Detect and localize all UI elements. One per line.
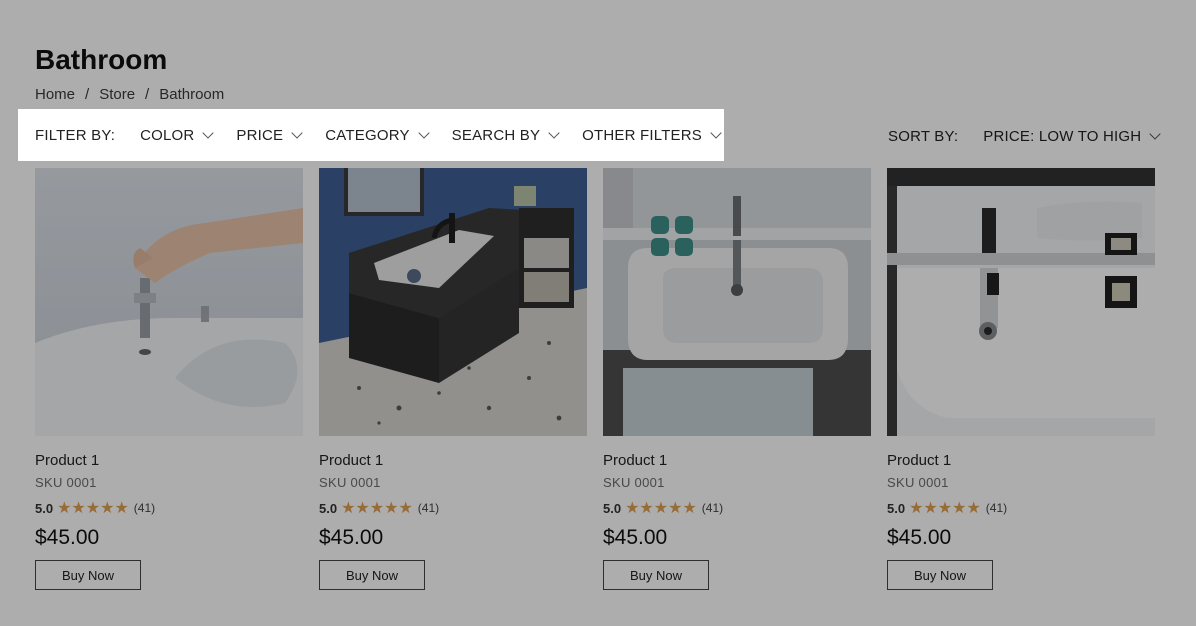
filter-other[interactable]: OTHER FILTERS	[582, 126, 722, 144]
sort-label: SORT BY:	[888, 128, 959, 145]
product-rating: 5.0 ★★★★★ (41)	[35, 498, 303, 518]
rating-value: 5.0	[35, 500, 54, 516]
review-count[interactable]: (41)	[702, 501, 723, 515]
filter-label: FILTER BY:	[35, 126, 116, 144]
rating-value: 5.0	[319, 500, 338, 516]
breadcrumb-separator: /	[145, 86, 150, 103]
filter-price-label: PRICE	[236, 126, 284, 144]
product-card[interactable]: Product 1 SKU 0001 5.0 ★★★★★ (41) $45.00…	[35, 168, 303, 590]
review-count[interactable]: (41)	[986, 501, 1007, 515]
review-count[interactable]: (41)	[418, 501, 439, 515]
rating-value: 5.0	[887, 500, 906, 516]
product-listing-page: Bathroom Home / Store / Bathroom SORT BY…	[0, 0, 1196, 626]
sort-dropdown[interactable]: PRICE: LOW TO HIGH	[983, 128, 1161, 145]
product-price: $45.00	[887, 526, 952, 549]
product-card[interactable]: Product 1 SKU 0001 5.0 ★★★★★ (41) $45.00…	[319, 168, 587, 590]
filter-search-by-label: SEARCH BY	[451, 126, 541, 144]
product-rating: 5.0 ★★★★★ (41)	[887, 498, 1155, 518]
page-title: Bathroom	[35, 44, 168, 75]
breadcrumb-separator: /	[85, 86, 90, 103]
product-image[interactable]	[319, 168, 587, 436]
product-rating: 5.0 ★★★★★ (41)	[603, 498, 871, 518]
product-grid: Product 1 SKU 0001 5.0 ★★★★★ (41) $45.00…	[35, 168, 1155, 590]
product-sku: SKU 0001	[603, 475, 665, 490]
filter-search-by[interactable]: SEARCH BY	[451, 126, 560, 144]
chevron-down-icon	[710, 126, 722, 139]
star-rating-icon: ★★★★★	[57, 500, 129, 517]
filter-color[interactable]: COLOR	[140, 126, 215, 144]
product-price: $45.00	[319, 526, 384, 549]
chevron-down-icon	[1149, 128, 1161, 140]
breadcrumb-home[interactable]: Home	[35, 86, 75, 103]
breadcrumb: Home / Store / Bathroom	[35, 86, 224, 103]
filter-price[interactable]: PRICE	[236, 126, 303, 144]
breadcrumb-current: Bathroom	[159, 86, 225, 103]
breadcrumb-store[interactable]: Store	[99, 86, 135, 103]
chevron-down-icon	[548, 126, 560, 139]
filter-bar: FILTER BY: COLOR PRICE CATEGORY SEARCH B…	[18, 109, 724, 161]
review-count[interactable]: (41)	[134, 501, 155, 515]
star-rating-icon: ★★★★★	[909, 500, 981, 517]
filter-color-label: COLOR	[140, 126, 195, 144]
filter-category-label: CATEGORY	[325, 126, 410, 144]
product-image[interactable]	[35, 168, 303, 436]
buy-now-button[interactable]: Buy Now	[35, 560, 141, 590]
product-rating: 5.0 ★★★★★ (41)	[319, 498, 587, 518]
star-rating-icon: ★★★★★	[625, 500, 697, 517]
product-price: $45.00	[603, 526, 668, 549]
sort-value: PRICE: LOW TO HIGH	[983, 128, 1142, 145]
chevron-down-icon	[202, 126, 215, 139]
buy-now-button[interactable]: Buy Now	[887, 560, 993, 590]
product-name[interactable]: Product 1	[887, 452, 1155, 469]
buy-now-button[interactable]: Buy Now	[603, 560, 709, 590]
product-card[interactable]: Product 1 SKU 0001 5.0 ★★★★★ (41) $45.00…	[887, 168, 1155, 590]
product-sku: SKU 0001	[35, 475, 97, 490]
chevron-down-icon	[418, 126, 430, 139]
chevron-down-icon	[291, 126, 303, 139]
filter-other-label: OTHER FILTERS	[582, 126, 703, 144]
product-image[interactable]	[603, 168, 871, 436]
product-sku: SKU 0001	[319, 475, 381, 490]
product-image[interactable]	[887, 168, 1155, 436]
product-name[interactable]: Product 1	[319, 452, 587, 469]
product-price: $45.00	[35, 526, 100, 549]
product-card[interactable]: Product 1 SKU 0001 5.0 ★★★★★ (41) $45.00…	[603, 168, 871, 590]
rating-value: 5.0	[603, 500, 622, 516]
buy-now-button[interactable]: Buy Now	[319, 560, 425, 590]
product-name[interactable]: Product 1	[603, 452, 871, 469]
product-sku: SKU 0001	[887, 475, 949, 490]
sort-bar: SORT BY: PRICE: LOW TO HIGH	[888, 128, 1161, 145]
filter-category[interactable]: CATEGORY	[325, 126, 430, 144]
product-name[interactable]: Product 1	[35, 452, 303, 469]
star-rating-icon: ★★★★★	[341, 500, 413, 517]
